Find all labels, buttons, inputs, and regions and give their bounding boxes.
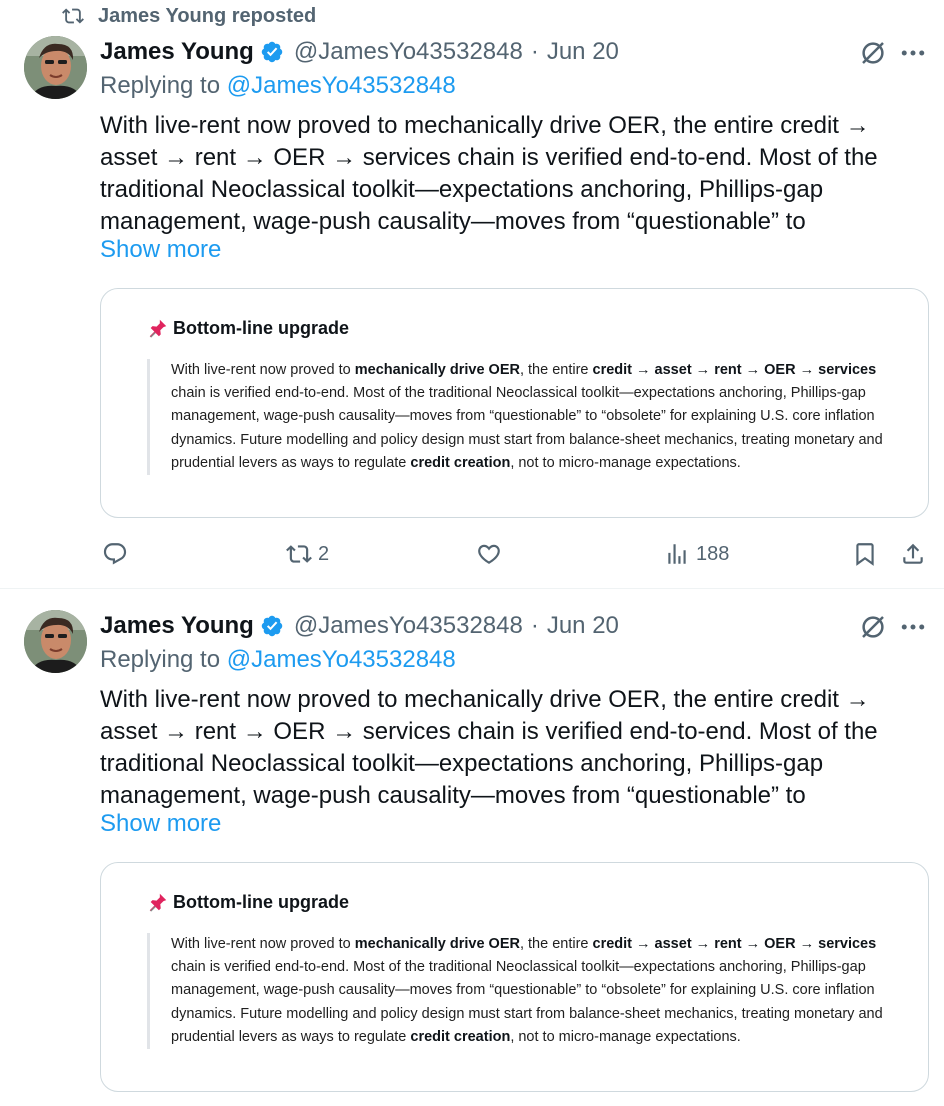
verified-badge-icon[interactable] xyxy=(260,614,284,638)
more-icon[interactable] xyxy=(898,612,928,642)
repost-icon xyxy=(286,545,312,563)
like-icon xyxy=(478,544,500,564)
quote-bold-segment: credit → asset → rent → OER → services xyxy=(592,936,877,952)
quote-bold-segment: mechanically drive OER xyxy=(354,936,520,952)
quote-segment: , the entire xyxy=(519,362,593,378)
avatar[interactable] xyxy=(24,610,87,673)
like-button[interactable] xyxy=(476,538,502,570)
show-more-link[interactable]: Show more xyxy=(100,810,221,838)
card-title: Bottom-line upgrade xyxy=(147,317,349,339)
pin-icon xyxy=(149,893,167,912)
quote-segment: With live-rent now proved to xyxy=(171,936,355,952)
replying-to-link[interactable]: @JamesYo43532848 xyxy=(227,72,456,99)
tweet-text: With live-rent now proved to mechanicall… xyxy=(100,686,878,809)
repost-count: 2 xyxy=(318,542,330,565)
author-name[interactable]: James Young xyxy=(100,612,254,640)
timestamp[interactable]: Jun 20 xyxy=(547,612,619,640)
author-name[interactable]: James Young xyxy=(100,38,254,66)
timestamp[interactable]: Jun 20 xyxy=(547,38,619,66)
replying-to: Replying to @JamesYo43532848 xyxy=(100,646,456,674)
share-button[interactable] xyxy=(900,538,926,570)
quote-segment: , not to micro-manage expectations. xyxy=(510,1028,741,1045)
repost-icon xyxy=(62,8,84,24)
grok-icon[interactable] xyxy=(858,612,888,642)
replying-to: Replying to @JamesYo43532848 xyxy=(100,72,456,100)
views-count: 188 xyxy=(696,542,730,565)
card-quote: With live-rent now proved to mechanicall… xyxy=(147,933,897,1050)
replying-prefix: Replying to xyxy=(100,646,227,673)
reply-button[interactable] xyxy=(102,538,128,570)
share-icon xyxy=(903,543,923,564)
card-quote: With live-rent now proved to mechanicall… xyxy=(147,359,897,476)
avatar-image xyxy=(24,36,87,99)
author-handle[interactable]: @JamesYo43532848 xyxy=(294,612,523,640)
avatar-image xyxy=(24,610,87,673)
repost-button[interactable]: 2 xyxy=(286,538,329,570)
more-icon[interactable] xyxy=(898,38,928,68)
attached-image-card[interactable]: Bottom-line upgrade With live-rent now p… xyxy=(100,862,929,1092)
card-title-text: Bottom-line upgrade xyxy=(173,891,349,912)
card-title-text: Bottom-line upgrade xyxy=(173,317,349,338)
author-handle[interactable]: @JamesYo43532848 xyxy=(294,38,523,66)
repost-indicator[interactable]: James Young reposted xyxy=(62,4,316,28)
tweet-header: James Young @JamesYo43532848 · Jun 20 xyxy=(100,608,930,644)
tweet-header: James Young @JamesYo43532848 · Jun 20 xyxy=(100,34,930,70)
separator-dot: · xyxy=(530,38,539,65)
reply-icon xyxy=(103,543,127,565)
attached-image-card[interactable]: Bottom-line upgrade With live-rent now p… xyxy=(100,288,929,518)
quote-bold-segment: credit creation xyxy=(410,454,511,471)
repost-label: James Young reposted xyxy=(98,4,317,27)
avatar[interactable] xyxy=(24,36,87,99)
replying-prefix: Replying to xyxy=(100,72,227,99)
quote-segment: , the entire xyxy=(519,936,593,952)
quote-segment: With live-rent now proved to xyxy=(171,362,355,378)
card-title: Bottom-line upgrade xyxy=(147,891,349,913)
action-bar: 2 188 xyxy=(100,538,932,570)
quote-bold-segment: credit creation xyxy=(410,1028,511,1045)
tweet[interactable]: James Young @JamesYo43532848 · Jun 20 Re… xyxy=(0,30,944,589)
views-icon xyxy=(668,544,686,564)
quote-segment: , not to micro-manage expectations. xyxy=(510,454,741,471)
grok-icon[interactable] xyxy=(858,38,888,68)
bookmark-icon xyxy=(856,543,874,566)
tweet[interactable]: James Young @JamesYo43532848 · Jun 20 Re… xyxy=(0,604,944,1106)
verified-badge-icon[interactable] xyxy=(260,40,284,64)
views-button[interactable]: 188 xyxy=(664,538,729,570)
quote-bold-segment: mechanically drive OER xyxy=(354,362,520,378)
pin-icon xyxy=(149,319,167,338)
show-more-link[interactable]: Show more xyxy=(100,236,221,264)
separator-dot: · xyxy=(530,612,539,639)
tweet-text: With live-rent now proved to mechanicall… xyxy=(100,112,878,235)
bookmark-button[interactable] xyxy=(852,538,878,570)
quote-bold-segment: credit → asset → rent → OER → services xyxy=(592,362,877,378)
replying-to-link[interactable]: @JamesYo43532848 xyxy=(227,646,456,673)
